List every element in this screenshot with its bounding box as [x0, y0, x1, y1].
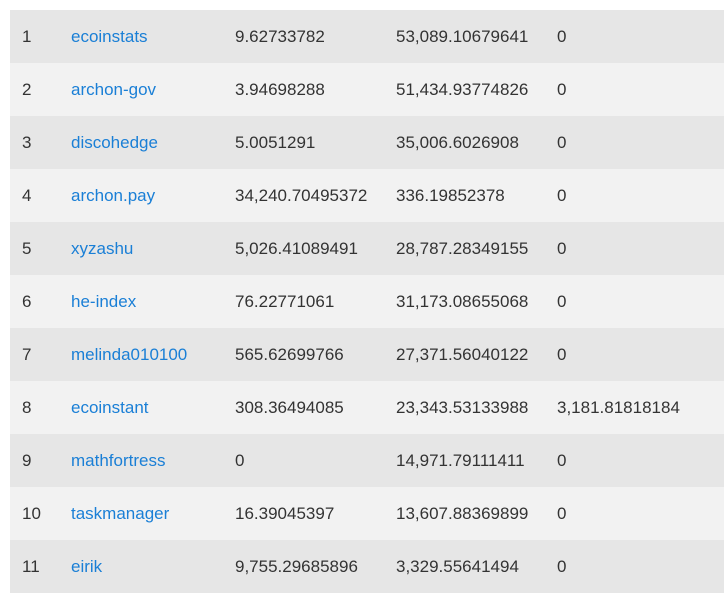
value-cell-b: 28,787.28349155	[396, 239, 529, 258]
value-cell-a: 5.0051291	[235, 133, 316, 152]
value-cell-b: 27,371.56040122	[396, 345, 529, 364]
value-cell-b: 35,006.6026908	[396, 133, 519, 152]
value-cell-a: 9,755.29685896	[235, 557, 358, 576]
rank-cell: 10	[22, 504, 41, 523]
account-link[interactable]: mathfortress	[71, 434, 165, 487]
value-cell-a: 16.39045397	[235, 504, 335, 523]
rank-cell: 1	[22, 27, 32, 46]
rank-cell: 11	[22, 557, 40, 576]
value-cell-c: 0	[557, 133, 567, 152]
value-cell-a: 5,026.41089491	[235, 239, 358, 258]
rank-cell: 8	[22, 398, 32, 417]
value-cell-b: 23,343.53133988	[396, 398, 529, 417]
value-cell-c: 0	[557, 80, 567, 99]
rank-cell: 2	[22, 80, 32, 99]
value-cell-b: 13,607.88369899	[396, 504, 529, 523]
value-cell-a: 565.62699766	[235, 345, 344, 364]
value-cell-c: 0	[557, 557, 567, 576]
rank-cell: 4	[22, 186, 32, 205]
value-cell-b: 53,089.10679641	[396, 27, 529, 46]
account-link[interactable]: eirik	[71, 540, 102, 593]
account-link[interactable]: ecoinstats	[71, 10, 148, 63]
value-cell-b: 3,329.55641494	[396, 557, 519, 576]
rank-cell: 9	[22, 451, 32, 470]
table-row: 3 discohedge 5.0051291 35,006.6026908 0	[10, 116, 724, 169]
value-cell-a: 34,240.70495372	[235, 186, 368, 205]
account-link[interactable]: xyzashu	[71, 222, 133, 275]
value-cell-c: 0	[557, 345, 567, 364]
table-row: 6 he-index 76.22771061 31,173.08655068 0	[10, 275, 724, 328]
value-cell-b: 31,173.08655068	[396, 292, 529, 311]
table-row: 4 archon.pay 34,240.70495372 336.1985237…	[10, 169, 724, 222]
value-cell-c: 0	[557, 292, 567, 311]
rank-cell: 5	[22, 239, 32, 258]
ranking-table: 1 ecoinstats 9.62733782 53,089.10679641 …	[10, 10, 724, 593]
value-cell-a: 76.22771061	[235, 292, 335, 311]
value-cell-b: 14,971.79111411	[396, 451, 525, 470]
value-cell-a: 9.62733782	[235, 27, 325, 46]
account-link[interactable]: melinda010100	[71, 328, 187, 381]
table-row: 9 mathfortress 0 14,971.79111411 0	[10, 434, 724, 487]
value-cell-a: 0	[235, 451, 245, 470]
account-link[interactable]: ecoinstant	[71, 381, 149, 434]
table-row: 5 xyzashu 5,026.41089491 28,787.28349155…	[10, 222, 724, 275]
value-cell-b: 336.19852378	[396, 186, 505, 205]
account-link[interactable]: archon.pay	[71, 169, 155, 222]
value-cell-c: 0	[557, 451, 567, 470]
table-row: 10 taskmanager 16.39045397 13,607.883698…	[10, 487, 724, 540]
account-link[interactable]: taskmanager	[71, 487, 169, 540]
value-cell-c: 0	[557, 27, 567, 46]
account-link[interactable]: discohedge	[71, 116, 158, 169]
account-link[interactable]: he-index	[71, 275, 136, 328]
value-cell-c: 3,181.81818184	[557, 398, 680, 417]
rank-cell: 3	[22, 133, 32, 152]
table-row: 7 melinda010100 565.62699766 27,371.5604…	[10, 328, 724, 381]
rank-cell: 6	[22, 292, 32, 311]
value-cell-b: 51,434.93774826	[396, 80, 529, 99]
rank-cell: 7	[22, 345, 32, 364]
value-cell-a: 3.94698288	[235, 80, 325, 99]
value-cell-a: 308.36494085	[235, 398, 344, 417]
table-row: 11 eirik 9,755.29685896 3,329.55641494 0	[10, 540, 724, 593]
table-row: 1 ecoinstats 9.62733782 53,089.10679641 …	[10, 10, 724, 63]
table-row: 2 archon-gov 3.94698288 51,434.93774826 …	[10, 63, 724, 116]
value-cell-c: 0	[557, 186, 567, 205]
value-cell-c: 0	[557, 239, 567, 258]
table-row: 8 ecoinstant 308.36494085 23,343.5313398…	[10, 381, 724, 434]
account-link[interactable]: archon-gov	[71, 63, 156, 116]
value-cell-c: 0	[557, 504, 567, 523]
